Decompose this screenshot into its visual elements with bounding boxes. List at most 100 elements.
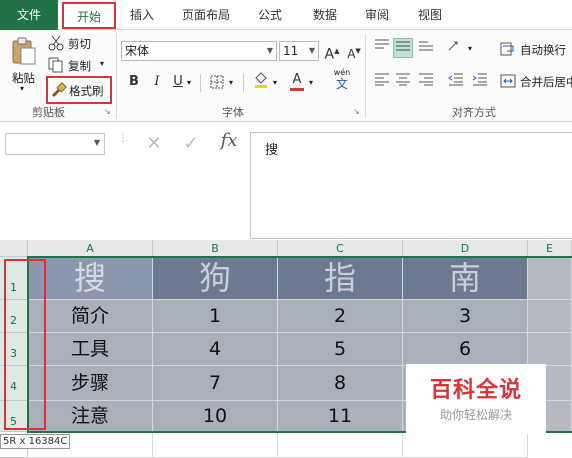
chevron-down-icon[interactable]: ▾	[273, 78, 277, 87]
font-family-value: 宋体	[125, 44, 150, 58]
watermark-subtitle: 助你轻松解决	[439, 408, 512, 422]
chevron-down-icon[interactable]: ▾	[187, 78, 191, 87]
fill-color-button[interactable]	[251, 70, 271, 90]
italic-button[interactable]: I	[147, 72, 167, 92]
chevron-down-icon: ▾	[100, 59, 105, 68]
phonetic-char: 文	[335, 77, 348, 91]
increase-indent-button[interactable]	[470, 72, 490, 92]
orientation-button[interactable]	[446, 38, 466, 58]
font-family-select[interactable]: 宋体 ▼	[121, 41, 277, 61]
alignment-group-label: 对齐方式	[452, 106, 496, 119]
dialog-launcher-icon[interactable]: ↘	[353, 107, 360, 116]
paste-icon	[12, 37, 36, 65]
paste-button[interactable]: 粘贴 ▾	[6, 34, 42, 96]
tab-home[interactable]: 开始	[62, 2, 116, 29]
formula-bar-grip[interactable]: ⋮	[118, 134, 128, 144]
copy-button[interactable]: 复制 ▾	[48, 56, 110, 74]
wrap-text-label: 自动换行	[520, 43, 566, 57]
phonetic-button[interactable]: wén 文	[328, 68, 356, 94]
ribbon: 粘贴 ▾ 剪切 复制 ▾ 格式刷 剪贴板 ↘ 宋体 ▼ 11 ▼ A▲ A▼ B…	[0, 30, 572, 122]
borders-icon	[210, 75, 224, 89]
increase-indent-icon	[472, 73, 487, 86]
divider	[243, 74, 244, 92]
wrap-text-button[interactable]: 自动换行	[500, 40, 572, 60]
align-left-icon	[375, 73, 389, 86]
column-header-e[interactable]: E	[528, 240, 572, 257]
align-left-button[interactable]	[372, 72, 392, 92]
font-size-select[interactable]: 11 ▼	[279, 41, 319, 61]
format-painter-label: 格式刷	[69, 84, 104, 98]
cancel-entry-button[interactable]: ✕	[140, 132, 168, 156]
divider	[200, 74, 201, 92]
divider	[365, 34, 366, 118]
merge-center-label: 合并后居中	[520, 75, 572, 89]
underline-button[interactable]: U	[168, 72, 188, 92]
shrink-font-button[interactable]: A▼	[344, 41, 364, 61]
font-color-button[interactable]: A	[287, 70, 307, 91]
formula-input[interactable]: 搜	[250, 132, 572, 239]
watermark: 百科全说 助你轻松解决	[406, 364, 546, 434]
align-right-icon	[419, 73, 433, 86]
align-bottom-button[interactable]	[416, 38, 436, 58]
font-group-label: 字体	[222, 106, 244, 119]
font-color-label: A	[292, 72, 302, 87]
row-headers-highlight	[4, 259, 46, 430]
dialog-launcher-icon[interactable]: ↘	[104, 107, 111, 116]
bold-button[interactable]: B	[124, 72, 144, 92]
ribbon-tabs: 文件 开始 插入 页面布局 公式 数据 审阅 视图	[0, 0, 572, 30]
borders-button[interactable]	[207, 72, 227, 92]
align-bottom-icon	[419, 41, 433, 51]
align-middle-button[interactable]	[393, 38, 413, 58]
insert-function-button[interactable]: fx	[214, 130, 244, 156]
chevron-down-icon: ▾	[20, 84, 25, 93]
chevron-down-icon[interactable]: ▾	[309, 78, 313, 87]
cell-c6[interactable]	[278, 432, 403, 458]
grow-font-button[interactable]: A▲	[322, 41, 342, 63]
column-header-c[interactable]: C	[278, 240, 403, 257]
watermark-title: 百科全说	[429, 378, 522, 403]
align-top-button[interactable]	[372, 38, 392, 58]
worksheet-grid[interactable]: A B C D E 1 2 3 4 5 搜 狗 指 南 简介 1 2 3 工具 …	[0, 240, 572, 458]
cut-label: 剪切	[68, 37, 91, 51]
tab-file[interactable]: 文件	[0, 0, 58, 30]
format-painter-button[interactable]: 格式刷	[46, 76, 112, 104]
select-all-corner[interactable]	[0, 240, 28, 257]
column-header-b[interactable]: B	[153, 240, 278, 257]
tab-data[interactable]: 数据	[309, 0, 341, 30]
tab-review[interactable]: 审阅	[361, 0, 393, 30]
font-color-swatch	[290, 88, 304, 91]
tab-formulas[interactable]: 公式	[254, 0, 286, 30]
align-right-button[interactable]	[416, 72, 436, 92]
divider	[116, 34, 117, 118]
tab-view[interactable]: 视图	[414, 0, 446, 30]
tab-page-layout[interactable]: 页面布局	[174, 0, 238, 30]
scissors-icon	[48, 35, 64, 51]
decrease-indent-icon	[448, 73, 463, 86]
copy-label: 复制	[68, 59, 91, 73]
chevron-down-icon: ▼	[93, 138, 100, 147]
font-size-value: 11	[283, 44, 299, 58]
align-top-icon	[375, 39, 389, 49]
cell-d6[interactable]	[403, 432, 528, 458]
align-center-button[interactable]	[393, 72, 413, 92]
align-middle-icon	[396, 41, 410, 51]
tab-insert[interactable]: 插入	[124, 0, 160, 30]
confirm-entry-button[interactable]: ✓	[177, 132, 205, 156]
formula-bar: ▼ ⋮ ✕ ✓ fx 搜	[0, 122, 572, 240]
copy-icon	[48, 57, 63, 73]
align-center-icon	[396, 73, 410, 86]
chevron-down-icon[interactable]: ▾	[468, 44, 472, 53]
chevron-down-icon: ▼	[266, 46, 273, 55]
decrease-indent-button[interactable]	[446, 72, 466, 92]
cut-button[interactable]: 剪切	[48, 34, 104, 52]
column-header-a[interactable]: A	[28, 240, 153, 257]
chevron-down-icon[interactable]: ▾	[229, 78, 233, 87]
column-header-d[interactable]: D	[403, 240, 528, 257]
chevron-down-icon: ▼	[308, 46, 315, 55]
phonetic-pinyin: wén	[333, 68, 351, 77]
merge-center-icon	[500, 74, 516, 88]
grow-font-label: A	[324, 46, 335, 63]
merge-center-button[interactable]: 合并后居中	[500, 72, 572, 92]
name-box[interactable]: ▼	[5, 133, 105, 155]
cell-b6[interactable]	[153, 432, 278, 458]
